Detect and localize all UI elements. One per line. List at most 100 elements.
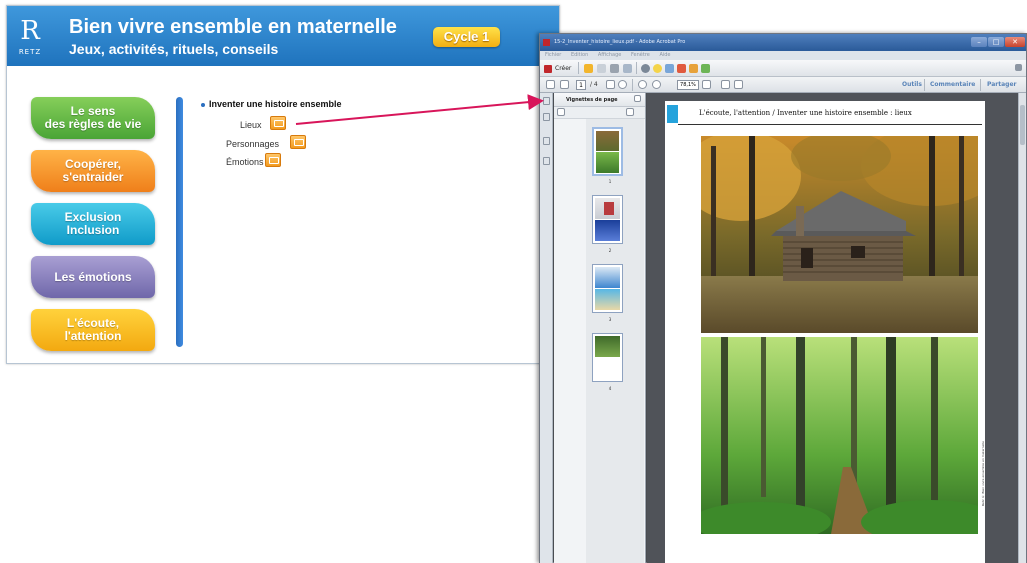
bullet-icon — [201, 102, 205, 107]
email-icon[interactable] — [623, 64, 632, 73]
menu-item-aide[interactable]: Aide — [659, 52, 670, 58]
category-label: L'écoute, l'attention — [64, 316, 122, 343]
acrobat-icon — [543, 39, 550, 46]
category-button-emotions[interactable]: Les émotions — [31, 256, 155, 298]
settings-icon[interactable] — [641, 64, 650, 73]
window-titlebar[interactable]: 15-2_Inventer_histoire_lieux.pdf - Adobe… — [540, 34, 1026, 51]
menu-bar: Fichier Edition Affichage Fenêtre Aide — [540, 51, 1026, 60]
bookmarks-icon[interactable] — [543, 113, 550, 121]
logo-text: RETZ — [18, 48, 42, 56]
thumbnails-options — [554, 107, 645, 119]
print-icon[interactable] — [610, 64, 619, 73]
previous-page-icon[interactable] — [546, 80, 555, 89]
thumbnail-label: 2 — [608, 248, 612, 253]
page-thumbnail-3[interactable] — [592, 264, 623, 313]
thumbnail-label: 1 — [608, 179, 612, 184]
pdf-file-icon[interactable] — [265, 153, 281, 167]
expand-icon[interactable] — [1015, 64, 1022, 71]
export-icon[interactable] — [689, 64, 698, 73]
resource-link-emotions[interactable]: Émotions — [226, 157, 264, 167]
category-button-ecoute-attention[interactable]: L'écoute, l'attention — [31, 309, 155, 351]
activity-title-text: Inventer une histoire ensemble — [209, 99, 342, 109]
signatures-icon[interactable] — [543, 157, 550, 165]
thumbnails-list: 1 2 3 4 — [586, 119, 644, 563]
thumbnails-panel: Vignettes de page 1 2 3 4 — [554, 93, 646, 563]
page-color-tab — [667, 105, 678, 123]
hand-tool-icon[interactable] — [618, 80, 627, 89]
vertical-scrollbar[interactable] — [1018, 93, 1026, 563]
resource-link-lieux[interactable]: Lieux — [240, 120, 262, 130]
save-icon[interactable] — [597, 64, 606, 73]
sign-icon[interactable] — [677, 64, 686, 73]
cycle-badge[interactable]: Cycle 1 — [433, 27, 500, 47]
minimize-icon[interactable]: – — [971, 37, 987, 47]
next-page-icon[interactable] — [560, 80, 569, 89]
zoom-out-icon[interactable] — [638, 80, 647, 89]
zoom-in-icon[interactable] — [652, 80, 661, 89]
menu-item-affichage[interactable]: Affichage — [598, 52, 622, 58]
app-title: Bien vivre ensemble en maternelle — [69, 16, 397, 38]
page-total: / 4 — [590, 81, 598, 88]
page-thumbnail-1[interactable] — [592, 127, 623, 176]
pdf-file-icon[interactable] — [290, 135, 306, 149]
cabin-photo — [701, 136, 978, 333]
comment-link[interactable]: Commentaire — [930, 80, 975, 90]
app-header: R RETZ Bien vivre ensemble en maternelle… — [7, 6, 559, 66]
attachments-icon[interactable] — [543, 137, 550, 145]
review-icon[interactable] — [665, 64, 674, 73]
share-link[interactable]: Partager — [987, 80, 1016, 90]
maximize-icon[interactable]: □ — [988, 37, 1004, 47]
fit-width-icon[interactable] — [721, 80, 730, 89]
page-number-input[interactable]: 1 — [576, 80, 586, 90]
app-window: R RETZ Bien vivre ensemble en maternelle… — [6, 5, 560, 364]
app-subtitle: Jeux, activités, rituels, conseils — [69, 41, 279, 57]
comment-icon[interactable] — [653, 64, 662, 73]
resource-link-personnages[interactable]: Personnages — [226, 139, 279, 149]
fit-page-icon[interactable] — [734, 80, 743, 89]
menu-item-edition[interactable]: Edition — [571, 52, 588, 58]
close-icon[interactable]: ✕ — [1005, 37, 1025, 47]
delete-page-icon[interactable] — [626, 108, 634, 116]
menu-item-fichier[interactable]: Fichier — [545, 52, 561, 58]
page-thumbnail-2[interactable] — [592, 195, 623, 244]
category-button-exclusion-inclusion[interactable]: Exclusion Inclusion — [31, 203, 155, 245]
vertical-divider — [176, 97, 183, 347]
panel-close-icon[interactable] — [634, 95, 641, 102]
navigation-toolbar: 1 / 4 78,1% Outils Commentaire Partager — [540, 77, 1026, 93]
navigation-rail — [540, 93, 553, 563]
thumbnails-panel-title: Vignettes de page — [554, 93, 645, 107]
thumbnail-label: 4 — [608, 386, 612, 391]
page-thumbnail-4[interactable] — [592, 333, 623, 382]
menu-item-fenetre[interactable]: Fenêtre — [631, 52, 650, 58]
category-label: Le sens des règles de vie — [44, 104, 142, 131]
category-label: Exclusion Inclusion — [64, 210, 122, 237]
page-heading: L'écoute, l'attention / Inventer une his… — [699, 109, 912, 117]
category-button-cooperer[interactable]: Coopérer, s'entraider — [31, 150, 155, 192]
tools-link[interactable]: Outils — [902, 80, 922, 90]
main-toolbar: Créer — [540, 60, 1026, 77]
page-thumbnails-icon[interactable] — [543, 97, 550, 105]
open-folder-icon[interactable] — [584, 64, 593, 73]
window-title: 15-2_Inventer_histoire_lieux.pdf - Adobe… — [554, 39, 686, 45]
activity-title[interactable]: Inventer une histoire ensemble — [201, 99, 342, 109]
screenshot-stage: R RETZ Bien vivre ensemble en maternelle… — [0, 0, 1027, 563]
pdf-file-icon[interactable] — [270, 116, 286, 130]
logo-letter: R — [20, 16, 40, 46]
category-button-regles-de-vie[interactable]: Le sens des règles de vie — [31, 97, 155, 139]
zoom-select[interactable]: 78,1% — [677, 80, 699, 90]
credit-text: Retz © Bien vivre ensemble en maternelle — [981, 441, 985, 506]
retz-logo: R RETZ — [17, 18, 43, 58]
heading-rule — [678, 124, 982, 125]
options-menu-icon[interactable] — [557, 108, 565, 116]
zoom-dropdown-icon[interactable] — [702, 80, 711, 89]
document-view[interactable]: L'écoute, l'attention / Inventer une his… — [647, 93, 1018, 563]
forest-photo — [701, 337, 978, 534]
category-label: Les émotions — [54, 269, 132, 284]
share-icon[interactable] — [701, 64, 710, 73]
acrobat-window: 15-2_Inventer_histoire_lieux.pdf - Adobe… — [539, 33, 1027, 563]
select-tool-icon[interactable] — [606, 80, 615, 89]
thumbnail-label: 3 — [608, 317, 612, 322]
pdf-page: L'écoute, l'attention / Inventer une his… — [665, 101, 985, 563]
create-button[interactable]: Créer — [544, 63, 571, 74]
category-label: Coopérer, s'entraider — [62, 157, 124, 184]
